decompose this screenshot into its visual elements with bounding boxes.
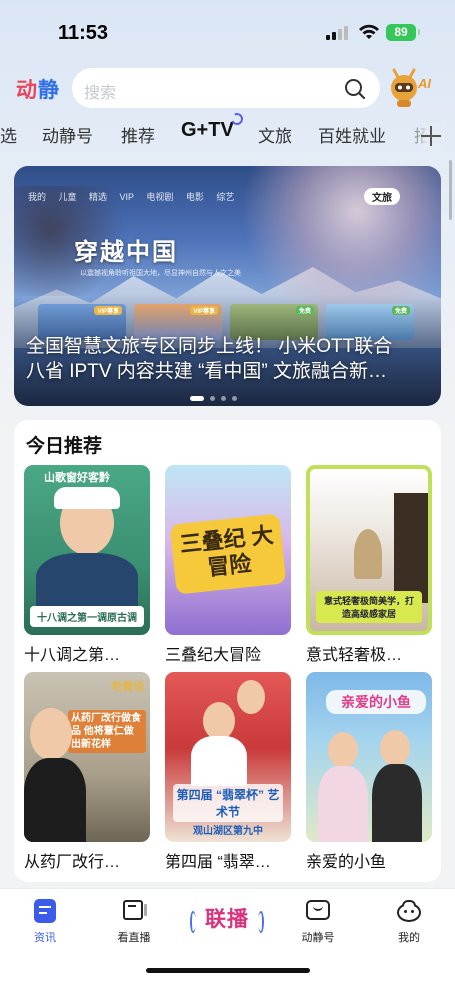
home-indicator[interactable]	[146, 968, 310, 973]
nav-label: 资讯	[34, 932, 56, 944]
item-caption: 十八调之第…	[24, 647, 121, 664]
status-time: 11:53	[58, 22, 109, 44]
section-title: 今日推荐	[26, 436, 103, 457]
hero-banner[interactable]: 我的 儿童 精选 VIP 电视剧 电影 综艺 文旅 穿越中国 以震撼视角聆听祖国…	[14, 166, 441, 406]
banner-title: 全国智慧文旅专区同步上线！ 小米OTT联合 八省 IPTV 内容共建 “看中国”…	[26, 334, 436, 384]
status-bar: 11:53 89	[0, 0, 455, 62]
banner-title-line2: 八省 IPTV 内容共建 “看中国” 文旅融合新…	[26, 361, 388, 382]
item-overlay-text: 第四届 “翡翠杯” 艺术节	[173, 784, 283, 822]
host-face	[30, 708, 72, 760]
item-overlay-text: 从药厂改行做食品 他将薏仁做出新花样	[68, 710, 146, 753]
banner-blossom-tree	[231, 166, 441, 316]
profile-icon	[395, 897, 423, 925]
cellular-signal-icon	[326, 26, 348, 40]
tab-selection[interactable]: 选	[0, 122, 17, 147]
news-icon	[31, 897, 59, 925]
item-thumbnail: 老黄说 从药厂改行做食品 他将薏仁做出新花样	[24, 672, 150, 842]
item-top-text: 山歌窗好客黔	[44, 472, 110, 484]
item-caption: 从药厂改行…	[24, 854, 121, 871]
recommend-item[interactable]: 第四届 “翡翠杯” 艺术节 观山湖区第九中 第四届 “翡翠…	[165, 672, 291, 872]
item-overlay-text: 十八调之第一调原古调	[30, 606, 144, 627]
banner-tag: 文旅	[364, 188, 400, 205]
banner-pagination	[190, 390, 243, 402]
item-overlay-text: 意式轻奢极简美学，打造高级感家居	[316, 591, 422, 623]
tab-gtv[interactable]: G+TV	[181, 111, 245, 142]
scrollbar[interactable]	[449, 160, 452, 220]
recommend-item[interactable]: 三叠纪 大冒险 三叠纪大冒险	[165, 465, 291, 665]
tab-gtv-label: G+TV	[181, 119, 234, 141]
channel-tabs: 选 动静号 推荐 G+TV 文旅 百姓就业 招	[0, 111, 455, 152]
item-thumbnail: 山歌窗好客黔 十八调之第一调原古调	[24, 465, 150, 635]
battery-icon: 89	[386, 24, 420, 41]
tab-culture-travel[interactable]: 文旅	[258, 122, 292, 147]
tab-employment[interactable]: 百姓就业	[318, 122, 386, 147]
item-overlay-text: 亲爱的小鱼	[326, 690, 426, 714]
recommend-item[interactable]: 山歌窗好客黔 十八调之第一调原古调 十八调之第…	[24, 465, 150, 665]
item-thumbnail: 亲爱的小鱼	[306, 672, 432, 842]
recommend-item[interactable]: 意式轻奢极简美学，打造高级感家居 意式轻奢极…	[306, 465, 432, 665]
search-placeholder: 搜索	[84, 85, 117, 102]
item-thumbnail: 第四届 “翡翠杯” 艺术节 观山湖区第九中	[165, 672, 291, 842]
nav-live[interactable]: 看直播	[99, 897, 169, 945]
add-channel-icon[interactable]	[417, 123, 445, 149]
search-input[interactable]: 搜索	[72, 68, 380, 108]
wifi-icon	[359, 24, 379, 39]
item-bottom-text: 观山湖区第九中	[193, 826, 263, 837]
item-thumbnail: 意式轻奢极简美学，打造高级感家居	[306, 465, 432, 635]
item-top-text: 老黄说	[111, 681, 144, 693]
nav-label: 动静号	[301, 932, 335, 944]
banner-calligraphy: 穿越中国	[74, 237, 178, 266]
app-logo: 动静	[16, 79, 60, 102]
banner-subtitle: 以震撼视角聆听祖国大地，尽显神州自然与人文之美	[80, 270, 241, 277]
item-overlay-text: 三叠纪 大冒险	[178, 522, 275, 581]
item-caption: 意式轻奢极…	[306, 647, 403, 664]
banner-nav-text: 我的 儿童 精选 VIP 电视剧 电影 综艺	[28, 192, 235, 202]
nav-mine[interactable]: 我的	[374, 897, 444, 945]
item-caption: 亲爱的小鱼	[306, 854, 387, 871]
nav-lianbo[interactable]: 联播	[190, 903, 264, 937]
ai-assistant-button[interactable]: AI	[388, 68, 438, 108]
search-row: 动静 搜索 AI	[0, 66, 455, 110]
nav-label: 看直播	[117, 932, 151, 944]
nav-label: 我的	[398, 932, 420, 944]
item-thumbnail: 三叠纪 大冒险	[165, 465, 291, 635]
tv-icon	[120, 897, 148, 925]
tab-recommend[interactable]: 推荐	[121, 122, 155, 147]
search-icon[interactable]	[344, 78, 366, 100]
nav-news[interactable]: 资讯	[10, 897, 80, 945]
dongjinghao-icon	[304, 897, 332, 925]
banner-title-line1: 全国智慧文旅专区同步上线！ 小米OTT联合	[26, 336, 393, 357]
item-caption: 第四届 “翡翠…	[165, 854, 271, 871]
tab-dongjinghao[interactable]: 动静号	[42, 122, 93, 147]
item-caption: 三叠纪大冒险	[165, 647, 262, 664]
nav-dongjinghao[interactable]: 动静号	[283, 897, 353, 945]
recommend-item[interactable]: 亲爱的小鱼 亲爱的小鱼	[306, 672, 432, 872]
ai-label: AI	[418, 76, 431, 91]
today-recommend-card: 今日推荐 山歌窗好客黔 十八调之第一调原古调 十八调之第… 三叠纪 大冒险 三叠…	[14, 420, 441, 882]
recommend-item[interactable]: 老黄说 从药厂改行做食品 他将薏仁做出新花样 从药厂改行…	[24, 672, 150, 872]
